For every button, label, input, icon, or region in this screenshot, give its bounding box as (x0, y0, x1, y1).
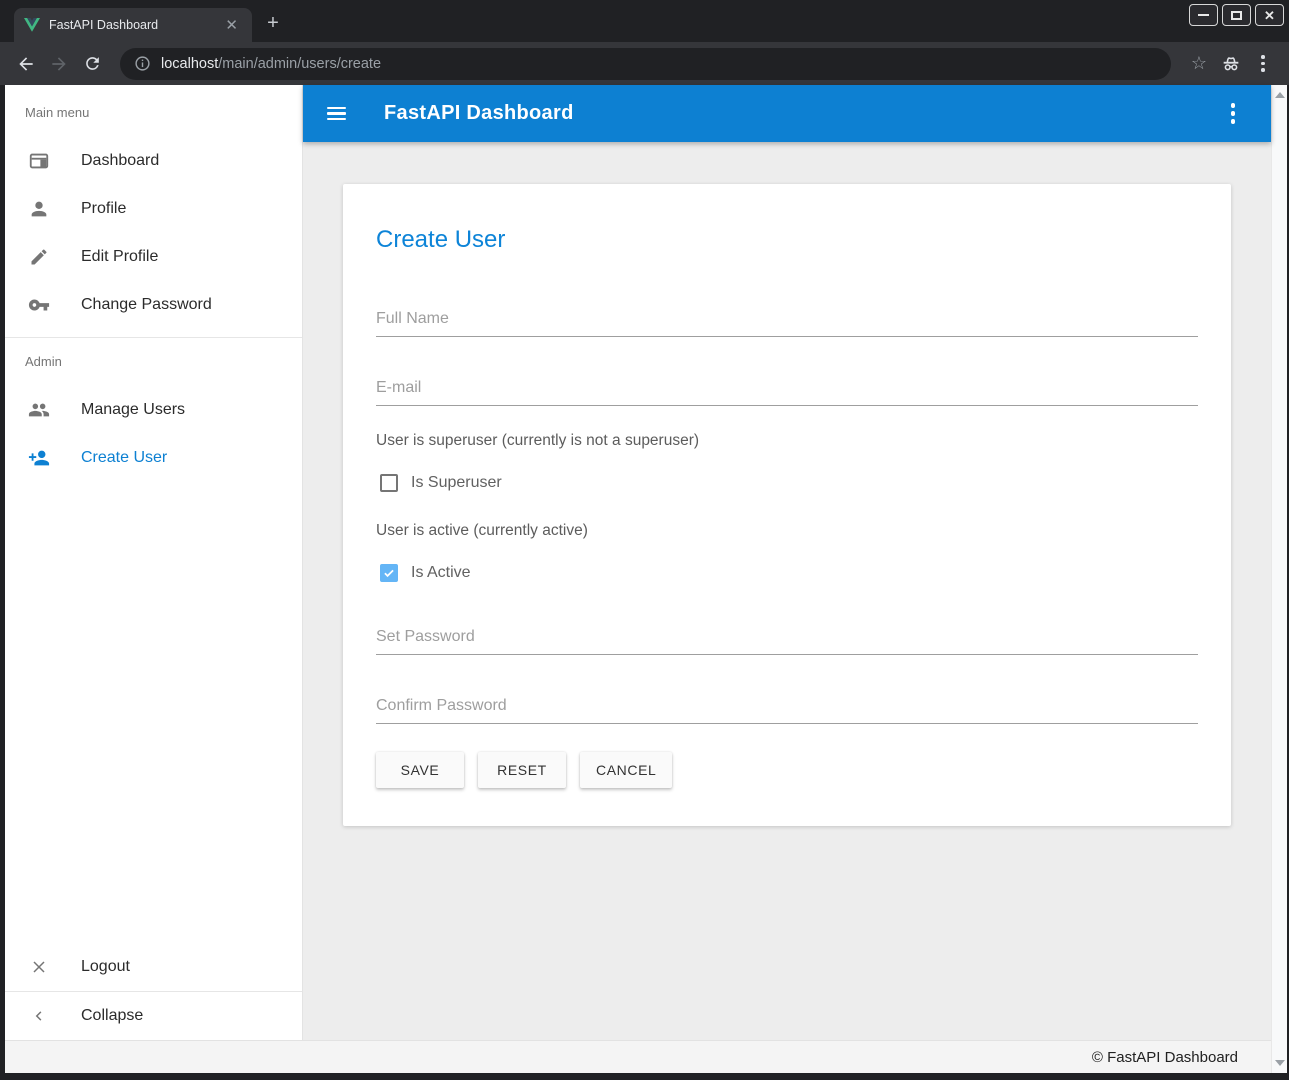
tab-strip: FastAPI Dashboard ✕ + ✕ (0, 0, 1289, 42)
footer-copyright: © FastAPI Dashboard (1092, 1049, 1238, 1066)
key-icon (27, 293, 51, 317)
sidebar-section-main-menu: Main menu (5, 101, 302, 125)
dashboard-icon (27, 149, 51, 173)
is-active-row[interactable]: Is Active (376, 564, 1198, 582)
sidebar-item-change-password[interactable]: Change Password (5, 281, 302, 329)
people-icon (27, 398, 51, 422)
is-superuser-row[interactable]: Is Superuser (376, 474, 1198, 492)
site-info-icon[interactable] (134, 55, 151, 72)
back-button[interactable] (12, 50, 40, 78)
person-icon (27, 197, 51, 221)
confirm-password-input[interactable] (376, 691, 1198, 724)
url-path: /main/admin/users/create (218, 56, 381, 72)
is-superuser-checkbox[interactable] (380, 474, 398, 492)
sidebar-item-profile[interactable]: Profile (5, 185, 302, 233)
create-user-card: Create User User is superuser (currently… (343, 184, 1231, 826)
incognito-icon (1215, 49, 1247, 79)
browser-menu-icon[interactable] (1247, 49, 1279, 79)
confirm-password-field-wrap (376, 691, 1198, 724)
is-active-checkbox[interactable] (380, 564, 398, 582)
forward-button[interactable] (45, 50, 73, 78)
main-area: FastAPI Dashboard Create User (303, 85, 1271, 1040)
pencil-icon (27, 245, 51, 269)
sidebar-item-label: Dashboard (81, 152, 159, 170)
sidebar-item-collapse[interactable]: Collapse (5, 992, 302, 1040)
close-window-button[interactable]: ✕ (1255, 4, 1284, 26)
sidebar-item-create-user[interactable]: Create User (5, 434, 302, 482)
full-name-field-wrap (376, 304, 1198, 337)
url-bar[interactable]: localhost/main/admin/users/create (120, 48, 1171, 80)
reload-button[interactable] (78, 50, 106, 78)
sidebar-item-dashboard[interactable]: Dashboard (5, 137, 302, 185)
is-superuser-label: Is Superuser (411, 474, 502, 492)
scroll-up-icon[interactable] (1275, 92, 1285, 98)
maximize-button[interactable] (1222, 4, 1251, 26)
sidebar-item-label: Manage Users (81, 401, 185, 419)
bookmark-star-icon[interactable]: ☆ (1183, 49, 1215, 79)
page-title: Create User (376, 226, 1198, 254)
browser-tab[interactable]: FastAPI Dashboard ✕ (14, 8, 252, 42)
vue-favicon-icon (24, 18, 40, 32)
sidebar-item-logout[interactable]: Logout (5, 943, 302, 991)
sidebar-item-edit-profile[interactable]: Edit Profile (5, 233, 302, 281)
sidebar-item-label: Collapse (81, 1007, 143, 1025)
cancel-button[interactable]: CANCEL (580, 752, 672, 788)
superuser-hint: User is superuser (currently is not a su… (376, 432, 1198, 450)
sidebar-item-label: Change Password (81, 296, 212, 314)
browser-toolbar: localhost/main/admin/users/create ☆ (0, 42, 1289, 85)
active-hint: User is active (currently active) (376, 522, 1198, 540)
appbar-title: FastAPI Dashboard (384, 102, 574, 125)
minimize-button[interactable] (1189, 4, 1218, 26)
page-footer: © FastAPI Dashboard (5, 1040, 1271, 1073)
app-bar: FastAPI Dashboard (303, 85, 1271, 142)
save-button[interactable]: SAVE (376, 752, 464, 788)
close-icon (27, 955, 51, 979)
is-active-label: Is Active (411, 564, 471, 582)
sidebar-item-label: Logout (81, 958, 130, 976)
hamburger-menu-icon[interactable] (327, 102, 351, 126)
url-host: localhost (161, 56, 218, 72)
scroll-down-icon[interactable] (1275, 1060, 1285, 1066)
sidebar-item-manage-users[interactable]: Manage Users (5, 386, 302, 434)
page-content: Main menu Dashboard Profile (5, 85, 1287, 1073)
page-canvas: Create User User is superuser (currently… (303, 142, 1271, 1040)
chevron-left-icon (27, 1004, 51, 1028)
email-field-wrap (376, 373, 1198, 406)
sidebar-item-label: Create User (81, 449, 167, 467)
person-add-icon (27, 446, 51, 470)
new-tab-button[interactable]: + (260, 10, 286, 36)
set-password-input[interactable] (376, 622, 1198, 655)
sidebar: Main menu Dashboard Profile (5, 85, 303, 1040)
email-input[interactable] (376, 373, 1198, 406)
sidebar-item-label: Edit Profile (81, 248, 158, 266)
tab-close-icon[interactable]: ✕ (221, 16, 242, 35)
full-name-input[interactable] (376, 304, 1198, 337)
reset-button[interactable]: RESET (478, 752, 566, 788)
sidebar-item-label: Profile (81, 200, 126, 218)
set-password-field-wrap (376, 622, 1198, 655)
scrollbar[interactable] (1271, 85, 1287, 1073)
browser-window: FastAPI Dashboard ✕ + ✕ localhost/main/a… (0, 0, 1289, 1080)
sidebar-divider (5, 337, 302, 338)
tab-title: FastAPI Dashboard (49, 18, 221, 32)
sidebar-section-admin: Admin (5, 350, 302, 374)
appbar-menu-icon[interactable] (1221, 103, 1245, 124)
